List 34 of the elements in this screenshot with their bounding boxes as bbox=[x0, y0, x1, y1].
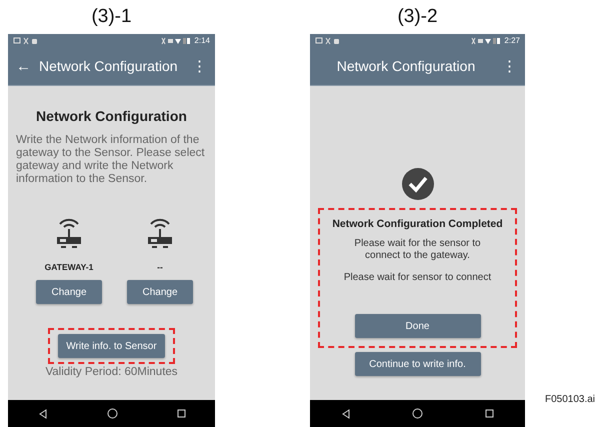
wait-message: Please wait for the sensor to connect to the gateway. bbox=[353, 238, 482, 262]
write-button[interactable]: Write info. to Sensor bbox=[58, 334, 165, 358]
app-bar-title: Network Configuration bbox=[39, 58, 179, 74]
screen-heading: Network Configuration bbox=[36, 108, 187, 124]
recents-icon[interactable] bbox=[485, 409, 494, 418]
recents-icon[interactable] bbox=[176, 409, 186, 418]
done-button[interactable]: Done bbox=[354, 314, 480, 338]
home-icon[interactable] bbox=[106, 408, 118, 419]
continue-button[interactable]: Continue to write info. bbox=[354, 352, 480, 376]
status-time: 2:27 bbox=[504, 36, 520, 45]
change-button[interactable]: Change bbox=[127, 280, 193, 304]
completion-heading: Network Configuration Completed bbox=[332, 218, 503, 230]
gateway-name: -- bbox=[157, 262, 163, 274]
status-icons bbox=[471, 36, 502, 44]
status-icons bbox=[161, 36, 192, 44]
figure-id: F050103.ai bbox=[544, 394, 596, 405]
back-icon[interactable] bbox=[340, 408, 351, 418]
app-bar-title: Network Configuration bbox=[336, 58, 476, 74]
screen-caption: (3)-1 bbox=[90, 5, 133, 29]
menu-icon[interactable]: ⋮ bbox=[192, 57, 207, 75]
notification-icons bbox=[13, 36, 39, 44]
status-time: 2:14 bbox=[194, 36, 210, 45]
screen-caption: (3)-2 bbox=[396, 5, 439, 29]
instruction-text: Write the Network information of the gateway to the Sensor. Please select gateway and write the Network information to the Sensor. bbox=[16, 134, 206, 186]
change-button[interactable]: Change bbox=[36, 280, 102, 304]
gateway-name: GATEWAY-1 bbox=[44, 262, 94, 274]
home-icon[interactable] bbox=[412, 408, 424, 419]
menu-icon[interactable]: ⋮ bbox=[502, 57, 517, 75]
back-icon[interactable] bbox=[38, 408, 48, 418]
checkmark-icon bbox=[402, 168, 434, 200]
back-arrow[interactable]: ← bbox=[16, 58, 31, 74]
notification-icons bbox=[315, 36, 341, 44]
validity-text: Validity Period: 60Minutes bbox=[45, 366, 178, 378]
connect-note: Please wait for sensor to connect bbox=[344, 272, 492, 284]
